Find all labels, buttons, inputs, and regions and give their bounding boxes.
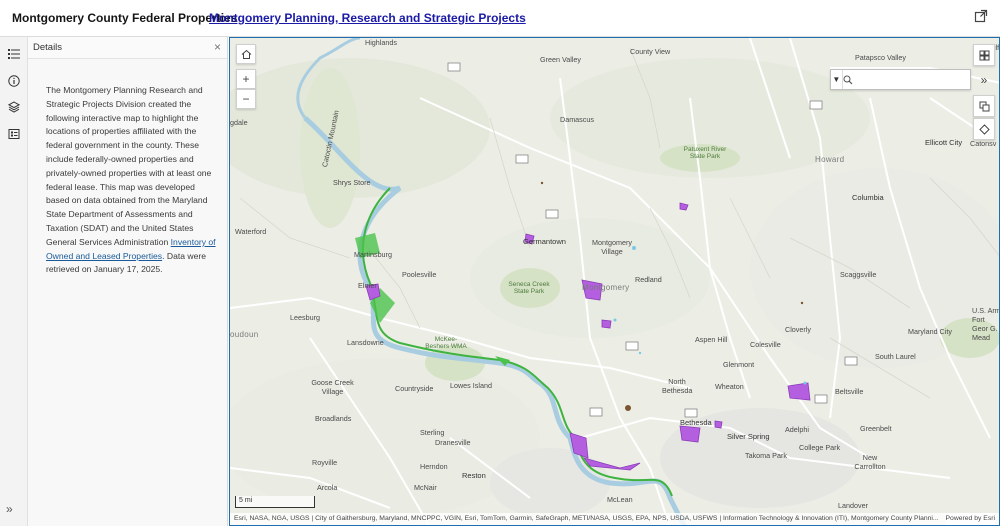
search-source-dropdown[interactable]: ▼ xyxy=(831,70,843,89)
details-text: The Montgomery Planning Research and Str… xyxy=(46,84,218,277)
map-label: Patuxent River State Park xyxy=(683,146,727,160)
map-label: Aspen Hill xyxy=(695,335,728,344)
map-label: College Park xyxy=(799,443,841,452)
chevron-right-icon: » xyxy=(980,73,988,87)
map-label: Countryside xyxy=(395,384,434,393)
app-title: Montgomery County Federal Properties xyxy=(12,11,238,25)
map-label: Wheaton xyxy=(715,382,744,391)
scale-bar: 5 mi xyxy=(235,496,315,508)
locate-button[interactable] xyxy=(973,118,995,140)
basemap-gallery-button[interactable] xyxy=(973,44,995,66)
map-label: Glenmont xyxy=(723,360,755,369)
translate-button[interactable] xyxy=(973,95,995,117)
zoom-out-button[interactable]: − xyxy=(236,89,256,109)
search-widget: ▼ xyxy=(830,69,971,90)
minus-icon: − xyxy=(242,92,250,106)
map-label: New Carrollton xyxy=(854,453,886,471)
map-label: North Bethesda xyxy=(662,377,693,395)
attribution-text: Esri, NASA, NGA, USGS | City of Gaithers… xyxy=(234,515,939,522)
map-label: Landover xyxy=(838,501,868,510)
map-label: Cloverly xyxy=(785,325,811,334)
map-label: Bethesda xyxy=(680,418,712,427)
planning-link[interactable]: Montgomery Planning, Research and Strate… xyxy=(209,11,526,25)
map-label: Takoma Park xyxy=(745,451,787,460)
plus-icon: + xyxy=(242,72,250,86)
layers-list-icon[interactable] xyxy=(4,44,24,64)
translate-icon xyxy=(979,101,989,111)
home-icon xyxy=(241,49,251,59)
map-label: Ellicott City xyxy=(925,138,963,147)
map-label: Reston xyxy=(462,471,486,480)
search-input[interactable] xyxy=(853,70,970,89)
map-label: Dranesville xyxy=(435,438,471,447)
map-label: Poolesville xyxy=(402,270,437,279)
map-label: Germantown xyxy=(523,237,566,246)
map-label: Waterford xyxy=(235,227,267,236)
basemap-icon[interactable] xyxy=(4,97,24,117)
map-label: Colesville xyxy=(750,340,781,349)
map-label: Maryland City xyxy=(908,327,952,336)
map-label: South Laurel xyxy=(875,352,916,361)
attribution-bar: Esri, NASA, NGA, USGS | City of Gaithers… xyxy=(230,513,999,525)
map-label: Silver Spring xyxy=(727,432,770,441)
close-icon[interactable]: × xyxy=(214,40,221,54)
panel-title: Details xyxy=(33,42,63,53)
map-label: Martinsburg xyxy=(354,250,392,259)
info-icon[interactable] xyxy=(0,65,28,97)
details-panel: Details × The Montgomery Planning Resear… xyxy=(28,37,228,526)
home-button[interactable] xyxy=(236,44,256,64)
map-label: Greenbelt xyxy=(860,424,892,433)
map-label: oudoun xyxy=(230,330,259,339)
map-label: Lansdowne xyxy=(347,338,384,347)
map-label: Green Valley xyxy=(540,55,582,64)
map-label: Goose Creek Village xyxy=(311,378,354,396)
map-label: Damascus xyxy=(560,115,594,124)
map-label: Howard xyxy=(815,155,845,164)
details-body: The Montgomery Planning Research and Str… xyxy=(46,85,212,247)
map-label: Redland xyxy=(635,275,662,284)
map-label: Lowes Island xyxy=(450,381,492,390)
map-label: County View xyxy=(630,47,671,56)
expand-panel-button[interactable]: » xyxy=(6,502,13,516)
map-label: Montgomery xyxy=(582,283,630,292)
zoom-in-button[interactable]: + xyxy=(236,69,256,89)
map-label: Arcola xyxy=(317,483,338,492)
map-label: Broadlands xyxy=(315,414,352,423)
expand-toolbar-button[interactable]: » xyxy=(973,69,995,91)
map-label: Sterling xyxy=(420,428,445,437)
map-label: Shrys Store xyxy=(333,178,371,187)
map-label: gdale xyxy=(230,118,248,127)
search-icon xyxy=(843,70,853,89)
share-icon[interactable] xyxy=(974,9,992,27)
grid-icon xyxy=(979,50,989,60)
map-label: Columbia xyxy=(852,193,884,202)
map-label: Royville xyxy=(312,458,338,467)
map-label: Catonsv xyxy=(970,139,997,148)
map-label: McKee-Beshers WMA xyxy=(425,336,467,350)
map-label: Montgomery Village xyxy=(592,238,632,256)
legend-icon[interactable] xyxy=(4,124,24,144)
panel-header: Details × xyxy=(28,37,227,59)
map-label: Herndon xyxy=(420,462,448,471)
map-view[interactable]: Highlands Green Valley County View Milfo… xyxy=(229,37,1000,526)
map-label: Scaggsville xyxy=(840,270,877,279)
map-label: Adelphi xyxy=(785,425,809,434)
map-label: McLean xyxy=(607,495,633,504)
map-label: Patapsco Valley xyxy=(855,53,907,62)
powered-by-esri[interactable]: Powered by Esri xyxy=(945,513,995,525)
locate-icon xyxy=(978,123,990,135)
map-label: U.S. Arm Fort Geor G. Mead xyxy=(972,306,1000,342)
map-label: Elmer xyxy=(358,281,377,290)
map-label: Highlands xyxy=(365,38,397,47)
map-label: Seneca Creek State Park xyxy=(508,281,550,295)
app-header: Montgomery County Federal Properties Mon… xyxy=(0,0,1000,37)
action-bar: » xyxy=(0,37,28,526)
map-label: Beltsville xyxy=(835,387,864,396)
map-label: Leesburg xyxy=(290,313,320,322)
map-label: McNair xyxy=(414,483,437,492)
